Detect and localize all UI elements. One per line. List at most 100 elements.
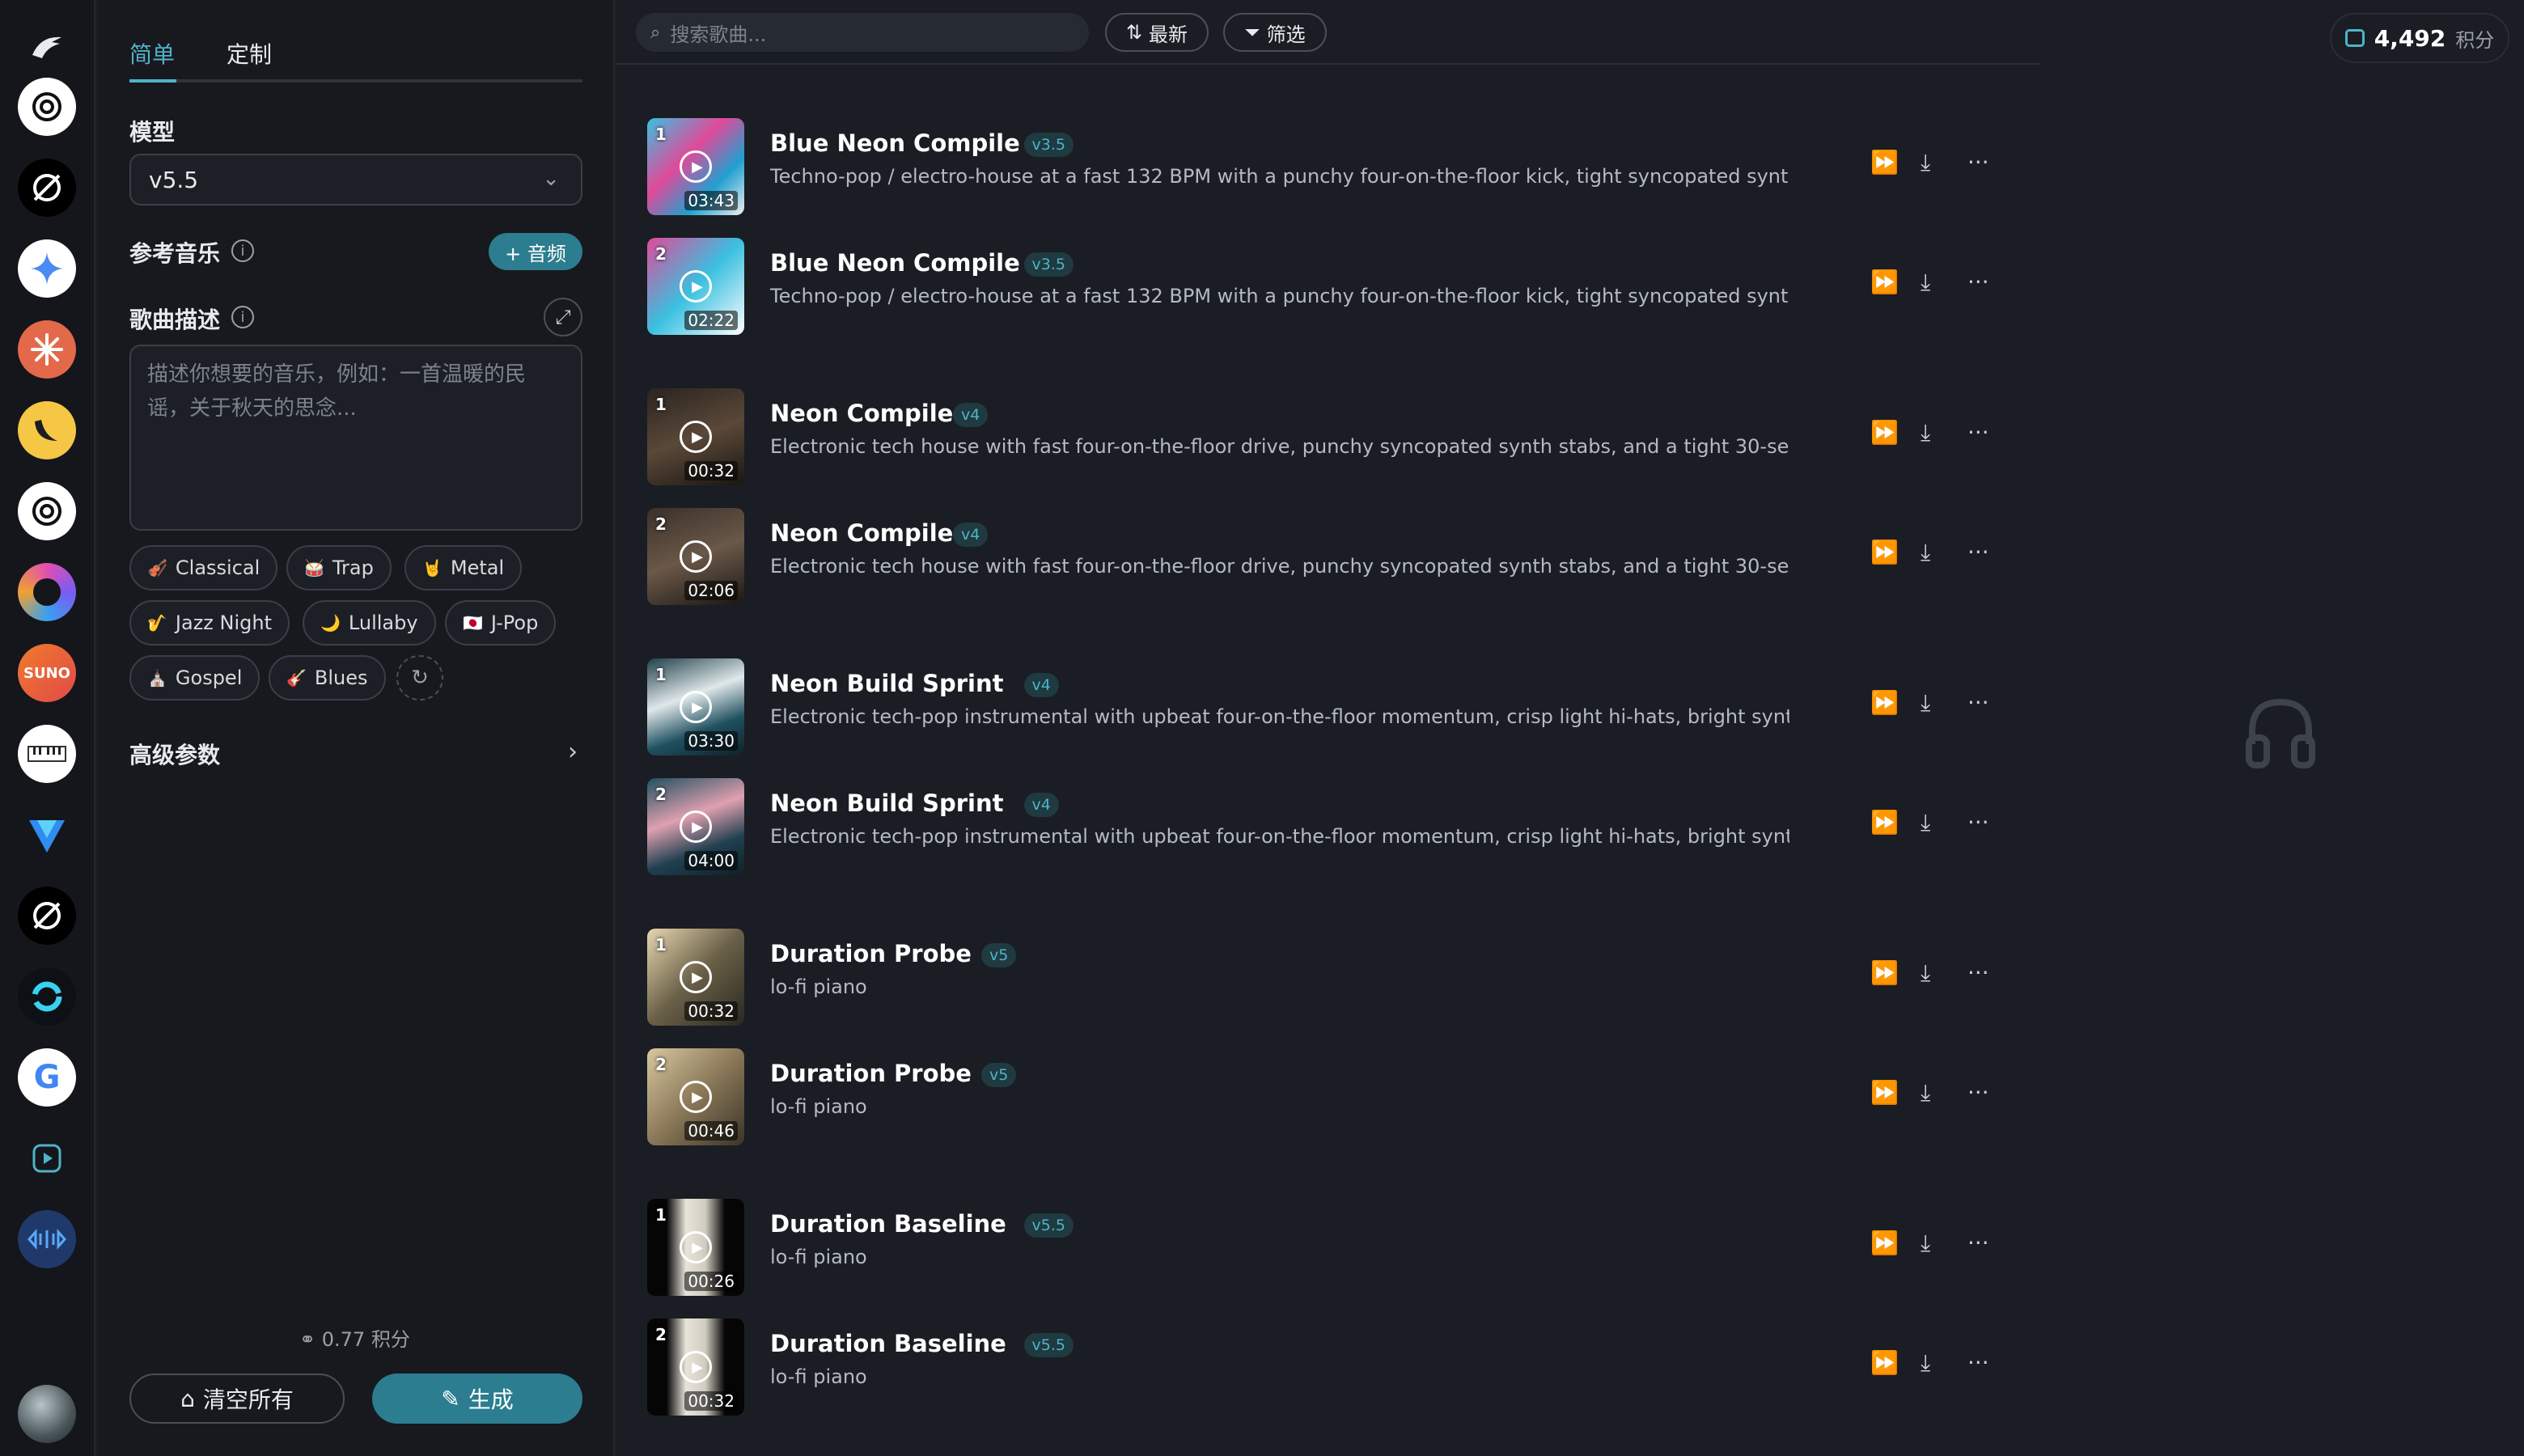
chatgpt-icon[interactable] — [18, 78, 76, 136]
advanced-params-row[interactable]: 高级参数 › — [129, 738, 582, 770]
play-icon[interactable]: ▶ — [680, 421, 712, 453]
style-chip[interactable]: 🇯🇵 J-Pop — [445, 600, 557, 645]
play-icon[interactable]: ▶ — [680, 270, 712, 303]
song-cover[interactable]: 1 ▶ 00:32 — [647, 388, 744, 485]
song-cover[interactable]: 2 ▶ 00:32 — [647, 1318, 744, 1416]
song-cover[interactable]: 2 ▶ 02:22 — [647, 238, 744, 335]
info-icon[interactable]: i — [231, 306, 254, 328]
claude-icon[interactable] — [18, 320, 76, 379]
download-icon[interactable]: ⤓ — [1921, 809, 1930, 836]
model-select[interactable]: v5.5 ⌄ — [129, 154, 582, 205]
song-title[interactable]: Duration Baseline — [770, 1210, 1006, 1238]
song-title[interactable]: Blue Neon Compile — [770, 129, 1020, 157]
audio-wave-icon[interactable] — [18, 1210, 76, 1268]
play-icon[interactable]: ▶ — [680, 540, 712, 573]
song-cover[interactable]: 2 ▶ 00:46 — [647, 1048, 744, 1145]
song-row[interactable]: 2 ▶ 02:06 Neon Compile v4 Electronic tec… — [647, 508, 2006, 605]
download-icon[interactable]: ⤓ — [1921, 1230, 1930, 1257]
song-row[interactable]: 2 ▶ 00:32 Duration Baseline v5.5 lo-fi p… — [647, 1318, 2006, 1416]
song-title[interactable]: Neon Compile — [770, 400, 953, 427]
chatgpt-icon[interactable] — [18, 482, 76, 540]
more-icon[interactable]: ··· — [1967, 419, 1989, 446]
extend-icon[interactable]: ⏩ — [1870, 959, 1899, 986]
style-chip[interactable]: 🥁 Trap — [286, 545, 392, 590]
song-description-input[interactable]: 描述你想要的音乐，例如：一首温暖的民谣，关于秋天的思念... — [129, 345, 582, 531]
extend-icon[interactable]: ⏩ — [1870, 269, 1899, 295]
song-row[interactable]: 2 ▶ 00:46 Duration Probe v5 lo-fi piano … — [647, 1048, 2006, 1145]
generate-button[interactable]: ✎ 生成 — [372, 1373, 582, 1424]
sort-button[interactable]: ⇅ 最新 — [1105, 13, 1209, 52]
song-row[interactable]: 1 ▶ 00:26 Duration Baseline v5.5 lo-fi p… — [647, 1199, 2006, 1296]
style-chip[interactable]: 🎸 Blues — [269, 655, 386, 700]
extend-icon[interactable]: ⏩ — [1870, 809, 1899, 836]
style-chip[interactable]: 🌙 Lullaby — [303, 600, 436, 645]
user-avatar[interactable] — [18, 1385, 76, 1443]
style-chip[interactable]: 🎻 Classical — [129, 545, 278, 590]
song-row[interactable]: 2 ▶ 04:00 Neon Build Sprint v4 Electroni… — [647, 778, 2006, 875]
suno-icon[interactable]: SUNO — [18, 644, 76, 702]
download-icon[interactable]: ⤓ — [1921, 539, 1930, 566]
song-cover[interactable]: 1 ▶ 03:30 — [647, 658, 744, 756]
song-cover[interactable]: 1 ▶ 03:43 — [647, 118, 744, 215]
vidu-icon[interactable] — [18, 806, 76, 864]
play-icon[interactable]: ▶ — [680, 1081, 712, 1113]
more-icon[interactable]: ··· — [1967, 809, 1989, 836]
song-title[interactable]: Duration Probe — [770, 1060, 972, 1087]
more-icon[interactable]: ··· — [1967, 689, 1989, 716]
song-title[interactable]: Duration Probe — [770, 940, 972, 967]
more-icon[interactable]: ··· — [1967, 1079, 1989, 1106]
play-icon[interactable]: ▶ — [680, 691, 712, 723]
extend-icon[interactable]: ⏩ — [1870, 689, 1899, 716]
style-chip[interactable]: ⛪ Gospel — [129, 655, 260, 700]
song-cover[interactable]: 1 ▶ 00:26 — [647, 1199, 744, 1296]
expand-icon[interactable]: ⤢ — [544, 298, 582, 336]
song-row[interactable]: 2 ▶ 02:22 Blue Neon Compile v3.5 Techno-… — [647, 238, 2006, 335]
song-title[interactable]: Blue Neon Compile — [770, 249, 1020, 277]
song-row[interactable]: 1 ▶ 00:32 Neon Compile v4 Electronic tec… — [647, 388, 2006, 485]
video-icon[interactable] — [18, 1129, 76, 1187]
kling-icon[interactable] — [18, 967, 76, 1026]
more-icon[interactable]: ··· — [1967, 1230, 1989, 1256]
copilot-icon[interactable] — [18, 563, 76, 621]
download-icon[interactable]: ⤓ — [1921, 269, 1930, 296]
tab-simple[interactable]: 简单 — [129, 37, 175, 70]
extend-icon[interactable]: ⏩ — [1870, 419, 1899, 446]
more-icon[interactable]: ··· — [1967, 539, 1989, 565]
grok-icon[interactable] — [18, 159, 76, 217]
gemini-icon[interactable] — [18, 239, 76, 298]
song-cover[interactable]: 2 ▶ 02:06 — [647, 508, 744, 605]
info-icon[interactable]: i — [231, 239, 254, 262]
download-icon[interactable]: ⤓ — [1921, 1079, 1930, 1107]
play-icon[interactable]: ▶ — [680, 961, 712, 993]
search-input[interactable]: ⌕ 搜索歌曲... — [636, 13, 1089, 52]
extend-icon[interactable]: ⏩ — [1870, 1079, 1899, 1106]
extend-icon[interactable]: ⏩ — [1870, 149, 1899, 176]
song-title[interactable]: Neon Compile — [770, 519, 953, 547]
google-icon[interactable]: G — [18, 1048, 76, 1107]
extend-icon[interactable]: ⏩ — [1870, 1230, 1899, 1256]
clear-all-button[interactable]: ⌂ 清空所有 — [129, 1373, 345, 1424]
play-icon[interactable]: ▶ — [680, 811, 712, 843]
more-icon[interactable]: ··· — [1967, 269, 1989, 295]
song-row[interactable]: 1 ▶ 03:30 Neon Build Sprint v4 Electroni… — [647, 658, 2006, 756]
add-audio-button[interactable]: + 音频 — [489, 233, 582, 270]
song-cover[interactable]: 1 ▶ 00:32 — [647, 929, 744, 1026]
credits-badge[interactable]: 4,492 积分 — [2330, 13, 2509, 63]
song-title[interactable]: Neon Build Sprint — [770, 670, 1004, 697]
more-icon[interactable]: ··· — [1967, 959, 1989, 986]
style-chip[interactable]: 🎷 Jazz Night — [129, 600, 290, 645]
extend-icon[interactable]: ⏩ — [1870, 1349, 1899, 1376]
play-icon[interactable]: ▶ — [680, 1351, 712, 1383]
song-cover[interactable]: 2 ▶ 04:00 — [647, 778, 744, 875]
more-icon[interactable]: ··· — [1967, 149, 1989, 176]
style-chip[interactable]: 🤘 Metal — [404, 545, 523, 590]
grok-icon[interactable] — [18, 887, 76, 945]
banana-icon[interactable] — [18, 401, 76, 459]
song-row[interactable]: 1 ▶ 03:43 Blue Neon Compile v3.5 Techno-… — [647, 118, 2006, 215]
download-icon[interactable]: ⤓ — [1921, 149, 1930, 176]
refresh-icon[interactable]: ↻ — [396, 655, 443, 700]
piano-icon[interactable] — [18, 725, 76, 783]
download-icon[interactable]: ⤓ — [1921, 959, 1930, 987]
song-row[interactable]: 1 ▶ 00:32 Duration Probe v5 lo-fi piano … — [647, 929, 2006, 1026]
tab-custom[interactable]: 定制 — [227, 37, 272, 70]
